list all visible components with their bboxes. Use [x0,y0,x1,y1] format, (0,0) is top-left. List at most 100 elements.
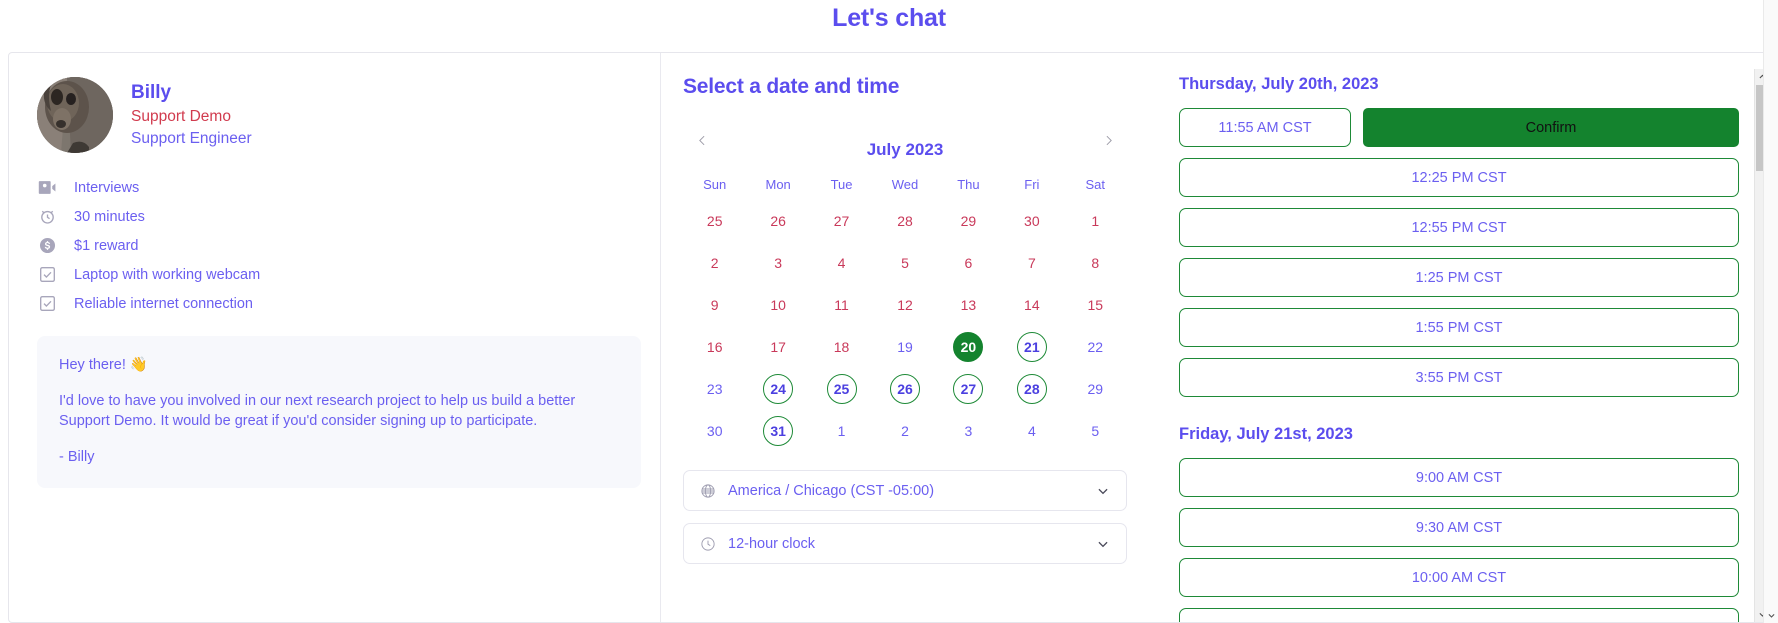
calendar-day-cell: 3 [937,410,1000,452]
calendar-day-cell: 2 [683,242,746,284]
chevron-right-icon [1106,135,1112,145]
checkbox-icon [37,265,57,285]
calendar-day-cell[interactable]: 24 [746,368,809,410]
calendar-day-cell[interactable]: 20 [937,326,1000,368]
slot-row: 1:55 PM CST [1179,308,1739,347]
calendar-day-cell: 7 [1000,242,1063,284]
time-slot[interactable]: 1:25 PM CST [1179,258,1739,297]
calendar-day-past: 12 [897,297,913,313]
calendar-day-cell: 9 [683,284,746,326]
calendar-day-plain: 4 [1027,423,1036,439]
interviews-icon [37,178,57,198]
fact-reward: $1 reward [37,231,632,260]
calendar-month-label: July 2023 [866,140,944,159]
time-slot[interactable]: 10:00 AM CST [1179,558,1739,597]
time-slot[interactable]: 12:55 PM CST [1179,208,1739,247]
time-slot[interactable]: 9:30 AM CST [1179,508,1739,547]
fact-internet: Reliable internet connection [37,289,632,318]
page-scrollbar[interactable] [1763,0,1778,623]
clock-small-icon [699,535,716,552]
slot-row: 9:30 AM CST [1179,508,1739,547]
time-slot[interactable]: 3:55 PM CST [1179,358,1739,397]
calendar-day-cell[interactable]: 27 [937,368,1000,410]
calendar-day-cell[interactable]: 28 [1000,368,1063,410]
time-slot[interactable]: 9:00 AM CST [1179,458,1739,497]
calendar-day-avail[interactable]: 28 [1016,374,1047,404]
calendar-day-avail[interactable]: 21 [1016,332,1047,362]
time-slot[interactable]: 12:25 PM CST [1179,158,1739,197]
slot-row: 1:25 PM CST [1179,258,1739,297]
calendar-day-plain: 5 [1091,423,1100,439]
calendar-day-plain: 1 [837,423,846,439]
checkbox-icon [37,294,57,314]
message-signature: - Billy [59,448,95,465]
host-organization: Support Demo [131,107,231,125]
fact-webcam: Laptop with working webcam [37,260,632,289]
chevron-down-icon [1095,483,1111,499]
calendar-day-past: 26 [770,213,786,229]
scheduler-card: Billy Support Demo Support Engineer Inte… [8,52,1770,623]
calendar-days-grid: 25 26 27 28 29 30 1 2 3 4 5 6 7 8 9 10 11 12 13 14 15 16 17 18 1… [683,200,1127,452]
prev-month-button[interactable] [689,127,715,153]
calendar-day-cell: 22 [1064,326,1127,368]
fact-duration: 30 minutes [37,202,632,231]
calendar-day-cell: 29 [937,200,1000,242]
calendar-day-cell: 30 [683,410,746,452]
calendar-day-past: 25 [706,213,723,229]
next-month-button[interactable] [1095,127,1121,153]
calendar-day-cell: 27 [810,200,873,242]
page-scroll-down-arrow-icon[interactable] [1764,608,1778,623]
calendar-day-avail[interactable]: 24 [763,374,794,404]
calendar-day-cell: 4 [810,242,873,284]
calendar-day-past: 5 [901,255,909,271]
calendar-day-selected[interactable]: 20 [953,332,984,362]
slot-row: 12:55 PM CST [1179,208,1739,247]
calendar-day-past: 3 [774,255,783,271]
calendar-day-past: 17 [770,339,786,355]
time-slot[interactable]: 10:30 AM CST [1179,608,1739,622]
clock-icon [37,207,57,227]
clock-format-value: 12-hour clock [728,535,816,552]
calendar-day-avail[interactable]: 31 [763,416,794,446]
timezone-value: America / Chicago (CST -05:00) [728,482,935,499]
timezone-select[interactable]: America / Chicago (CST -05:00) [683,470,1127,511]
calendar-day-cell: 28 [873,200,936,242]
calendar-day-cell: 1 [1064,200,1127,242]
calendar-day-cell: 12 [873,284,936,326]
calendar-day-past: 15 [1087,297,1104,313]
time-slots-panel: Thursday, July 20th, 2023 11:55 AM CST Con… [1149,53,1769,622]
calendar-day-cell[interactable]: 25 [810,368,873,410]
fact-label: 30 minutes [74,208,145,225]
globe-icon [699,482,716,499]
calendar-day-past: 11 [834,297,849,313]
slot-group-date: Thursday, July 20th, 2023 [1179,75,1379,93]
calendar-day-plain: 19 [897,339,913,355]
time-slots-list: Thursday, July 20th, 2023 11:55 AM CST Con… [1179,75,1739,622]
calendar-day-plain: 23 [706,381,723,397]
calendar-day-avail[interactable]: 26 [889,374,920,404]
fact-label: Reliable internet connection [74,295,253,312]
calendar-day-plain: 3 [964,423,973,439]
calendar-day-past: 18 [833,339,850,355]
time-slot-selected[interactable]: 11:55 AM CST [1179,108,1351,147]
calendar-day-cell[interactable]: 26 [873,368,936,410]
dollar-coin-icon [37,236,57,256]
calendar-day-plain: 22 [1087,339,1104,355]
calendar-day-cell: 18 [810,326,873,368]
calendar-day-past: 2 [710,255,719,271]
time-slot[interactable]: 1:55 PM CST [1179,308,1739,347]
calendar-day-avail[interactable]: 27 [953,374,984,404]
confirm-button[interactable]: Confirm [1363,108,1739,147]
calendar-weekday: Tue [830,177,853,192]
calendar-day-cell[interactable]: 21 [1000,326,1063,368]
calendar-weekday-row: Sun Mon Tue Wed Thu Fri Sat [683,169,1127,200]
fact-label: $1 reward [74,237,139,254]
calendar-day-cell[interactable]: 31 [746,410,809,452]
calendar-day-avail[interactable]: 25 [826,374,857,404]
calendar-day-past: 6 [964,255,973,271]
calendar-day-cell: 13 [937,284,1000,326]
calendar-day-cell: 25 [683,200,746,242]
calendar-weekday: Wed [891,177,919,192]
calendar-day-cell: 23 [683,368,746,410]
clock-format-select[interactable]: 12-hour clock [683,523,1127,564]
